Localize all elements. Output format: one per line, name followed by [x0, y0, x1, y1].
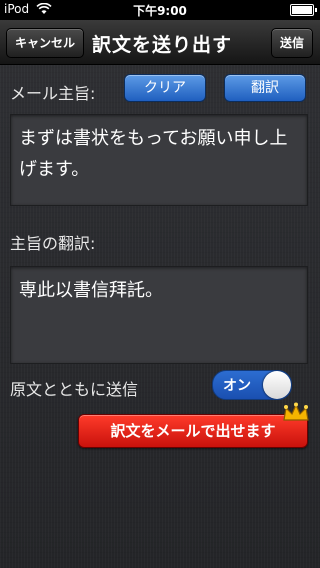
toggle-knob[interactable]: [263, 371, 291, 399]
clear-button[interactable]: クリア: [124, 74, 206, 102]
translation-label: 主旨の翻訳:: [10, 234, 96, 253]
toggle-state-label: オン: [223, 378, 251, 394]
mail-subject-label: メール主旨:: [10, 84, 96, 103]
send-button[interactable]: 送信: [270, 28, 313, 58]
translate-button[interactable]: 翻訳: [224, 74, 306, 102]
status-bar: iPod 下午9:00: [0, 0, 320, 20]
page-title: 訳文を送り出す: [92, 34, 233, 56]
crown-icon: [283, 402, 309, 421]
battery-icon: [290, 4, 317, 16]
send-original-toggle[interactable]: オン: [212, 370, 292, 400]
translation-text-area[interactable]: 専此以書信拜託。: [10, 266, 308, 364]
send-by-mail-button[interactable]: 訳文をメールで出せます: [78, 414, 308, 448]
status-time: 下午9:00: [133, 4, 187, 18]
navigation-bar: キャンセル 訳文を送り出す 送信: [0, 20, 320, 65]
subject-text-area[interactable]: まずは書状をもってお願い申し上げます。: [10, 114, 308, 206]
cancel-button[interactable]: キャンセル: [6, 28, 85, 58]
send-original-label: 原文とともに送信: [10, 380, 139, 399]
